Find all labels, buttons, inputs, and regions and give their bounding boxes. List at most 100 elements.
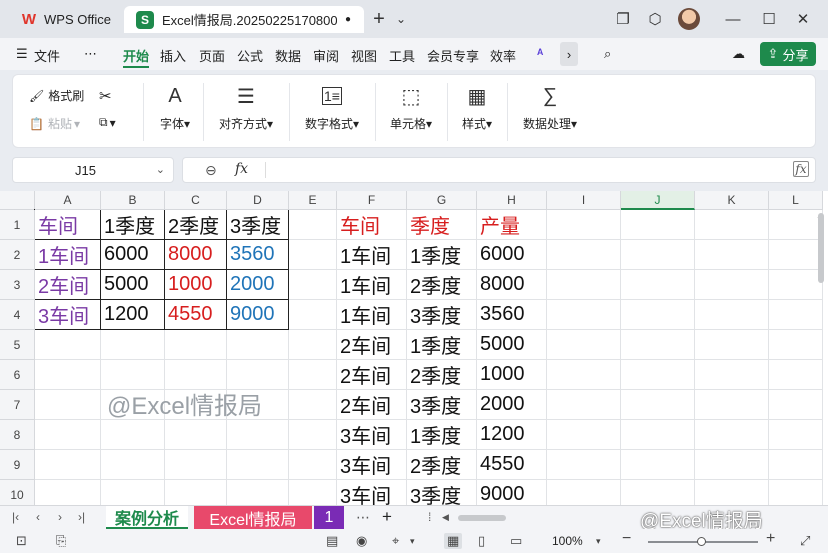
empty-cell[interactable] xyxy=(695,210,769,240)
table-cell[interactable]: 2车间 xyxy=(337,330,407,360)
zoom-search-icon[interactable]: ⊖ xyxy=(205,162,217,179)
empty-cell[interactable] xyxy=(547,450,621,480)
empty-cell[interactable] xyxy=(769,210,823,240)
empty-cell[interactable] xyxy=(547,330,621,360)
empty-cell[interactable] xyxy=(547,360,621,390)
column-header-h[interactable]: H xyxy=(477,191,547,210)
chevron-down-icon[interactable]: ⌄ xyxy=(156,163,165,176)
row-header-1[interactable]: 1 xyxy=(0,210,35,240)
menu-scroll-right-icon[interactable]: › xyxy=(560,42,578,66)
table-cell[interactable]: 4550 xyxy=(477,450,547,480)
table-cell[interactable]: 6000 xyxy=(100,239,165,270)
menu-insert[interactable]: 插入 xyxy=(160,46,186,65)
table-cell[interactable]: 8000 xyxy=(164,239,227,270)
close-icon[interactable]: ✕ xyxy=(792,8,814,30)
empty-cell[interactable] xyxy=(695,450,769,480)
empty-cell[interactable] xyxy=(547,210,621,240)
empty-cell[interactable] xyxy=(289,480,337,505)
column-header-f[interactable]: F xyxy=(337,191,407,210)
number-format-group-button[interactable]: 1≡ 数字格式▾ xyxy=(299,83,365,132)
empty-cell[interactable] xyxy=(695,240,769,270)
empty-cell[interactable] xyxy=(547,240,621,270)
empty-cell[interactable] xyxy=(101,330,165,360)
table-cell[interactable]: 2季度 xyxy=(164,209,227,240)
table-cell[interactable]: 1季度 xyxy=(407,240,477,270)
tab-list-chevron-icon[interactable]: ⌄ xyxy=(390,8,412,30)
empty-cell[interactable] xyxy=(35,450,101,480)
table-cell[interactable]: 3560 xyxy=(477,300,547,330)
first-sheet-icon[interactable]: |‹ xyxy=(12,510,19,524)
empty-cell[interactable] xyxy=(547,270,621,300)
table-cell[interactable]: 1200 xyxy=(477,420,547,450)
row-header-4[interactable]: 4 xyxy=(0,300,35,330)
column-header-i[interactable]: I xyxy=(547,191,621,210)
menu-review[interactable]: 审阅 xyxy=(313,46,339,65)
table-cell[interactable]: 4550 xyxy=(164,299,227,330)
row-header-9[interactable]: 9 xyxy=(0,450,35,480)
empty-cell[interactable] xyxy=(621,450,695,480)
copy-button[interactable]: ⧉ ▾ xyxy=(99,115,116,130)
font-group-button[interactable]: A 字体▾ xyxy=(155,83,195,132)
last-sheet-icon[interactable]: ›| xyxy=(78,510,85,524)
new-tab-button[interactable]: + xyxy=(368,8,390,30)
menu-file[interactable]: 文件 xyxy=(34,46,60,65)
style-group-button[interactable]: ▦ 样式▾ xyxy=(457,83,497,132)
hamburger-icon[interactable]: ☰ xyxy=(16,46,28,62)
empty-cell[interactable] xyxy=(289,210,337,240)
empty-cell[interactable] xyxy=(695,330,769,360)
empty-cell[interactable] xyxy=(621,240,695,270)
empty-cell[interactable] xyxy=(227,330,289,360)
empty-cell[interactable] xyxy=(695,300,769,330)
empty-cell[interactable] xyxy=(621,300,695,330)
empty-cell[interactable] xyxy=(769,360,823,390)
row-header-8[interactable]: 8 xyxy=(0,420,35,450)
formula-input[interactable]: ⊖ fx fx xyxy=(182,157,816,183)
table-view-icon[interactable]: ▤ xyxy=(326,533,338,549)
row-header-10[interactable]: 10 xyxy=(0,480,35,505)
row-header-5[interactable]: 5 xyxy=(0,330,35,360)
empty-cell[interactable] xyxy=(289,390,337,420)
empty-cell[interactable] xyxy=(101,420,165,450)
column-header-e[interactable]: E xyxy=(289,191,337,210)
empty-cell[interactable] xyxy=(101,480,165,505)
table-cell[interactable]: 3季度 xyxy=(226,209,289,240)
menu-efficiency[interactable]: 效率 xyxy=(490,46,516,65)
more-sheets-button[interactable]: ⋯ xyxy=(356,509,370,526)
table-cell[interactable]: 2车间 xyxy=(337,390,407,420)
crosshair-icon[interactable]: ⌖ xyxy=(392,533,399,549)
column-header-j[interactable]: J xyxy=(621,191,695,210)
tab-excel-file[interactable]: S Excel情报局.2025022517080013 ● xyxy=(124,6,364,33)
maximize-icon[interactable]: ☐ xyxy=(758,8,780,30)
cloud-sync-icon[interactable]: ☁ xyxy=(732,46,745,62)
table-cell[interactable]: 1季度 xyxy=(100,209,165,240)
cube-icon[interactable]: ⬡ xyxy=(644,8,666,30)
unsaved-dot-icon[interactable]: ● xyxy=(345,14,351,25)
table-cell[interactable]: 1车间 xyxy=(34,239,101,270)
select-all-corner[interactable] xyxy=(0,191,35,210)
table-cell[interactable]: 1车间 xyxy=(337,270,407,300)
row-header-7[interactable]: 7 xyxy=(0,390,35,420)
empty-cell[interactable] xyxy=(289,300,337,330)
fx-icon[interactable]: fx xyxy=(235,161,248,177)
chevron-down-icon[interactable]: ▾ xyxy=(596,536,601,547)
page-break-view-icon[interactable]: ▭ xyxy=(510,533,522,549)
empty-cell[interactable] xyxy=(289,330,337,360)
paste-button[interactable]: 📋 粘贴 ▾ xyxy=(29,115,80,132)
table-cell[interactable]: 2000 xyxy=(226,269,289,300)
empty-cell[interactable] xyxy=(227,450,289,480)
window-layout-icon[interactable]: ❐ xyxy=(612,8,634,30)
table-cell[interactable]: 6000 xyxy=(477,240,547,270)
table-cell[interactable]: 3季度 xyxy=(407,300,477,330)
table-cell[interactable]: 3季度 xyxy=(407,480,477,505)
page-layout-view-icon[interactable]: ▯ xyxy=(478,533,485,549)
column-header-k[interactable]: K xyxy=(695,191,769,210)
empty-cell[interactable] xyxy=(101,450,165,480)
empty-cell[interactable] xyxy=(769,330,823,360)
menu-formula[interactable]: 公式 xyxy=(237,46,263,65)
empty-cell[interactable] xyxy=(35,480,101,505)
empty-cell[interactable] xyxy=(621,420,695,450)
table-cell[interactable]: 季度 xyxy=(407,210,477,240)
data-process-group-button[interactable]: ∑ 数据处理▾ xyxy=(517,83,583,132)
empty-cell[interactable] xyxy=(621,390,695,420)
row-header-6[interactable]: 6 xyxy=(0,360,35,390)
